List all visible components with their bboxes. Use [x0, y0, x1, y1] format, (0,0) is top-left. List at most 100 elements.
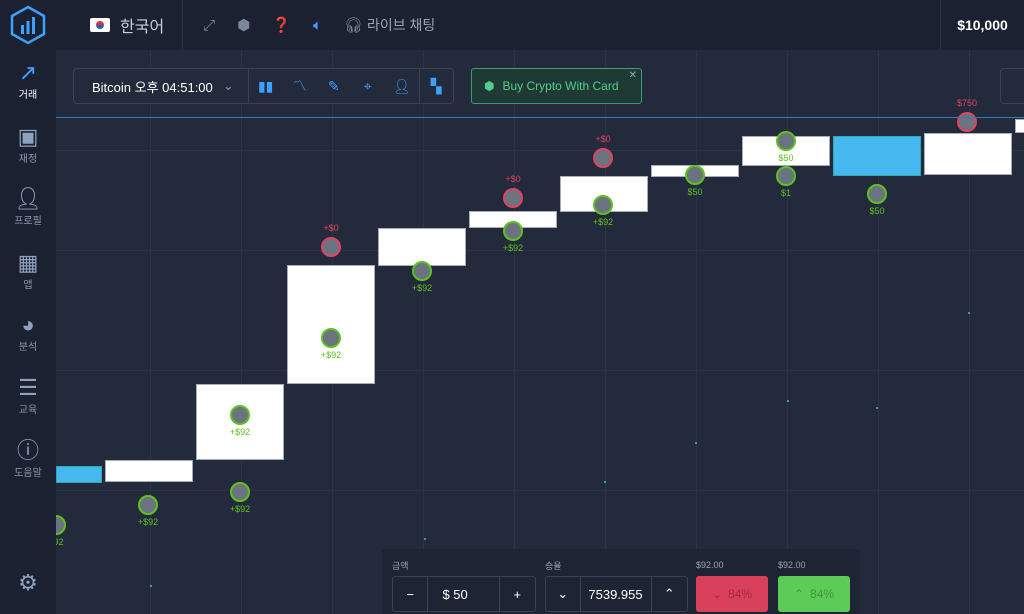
- sidebar-item-help[interactable]: ⓘ 도움말: [0, 438, 56, 479]
- grid-line: [56, 250, 1024, 251]
- chart-dot: [968, 312, 970, 314]
- grid-line: [423, 50, 424, 614]
- sidebar-item-trade[interactable]: ↗ 거래: [0, 60, 56, 101]
- rate-input[interactable]: 7539.955: [581, 577, 652, 611]
- fullscreen-icon[interactable]: ⤢: [203, 17, 215, 34]
- candle: [1015, 119, 1024, 133]
- marker-amount-label: +$92: [229, 427, 251, 437]
- sell-down-button[interactable]: ⌄ 84%: [696, 576, 768, 612]
- sidebar-label: 교육: [18, 405, 38, 416]
- price-chart[interactable]: +$92 +$92 +$92 +$92 +$0 +$92 +$92 +$0 +$92 +$0 $50…: [56, 50, 1024, 614]
- grid-line: [514, 50, 515, 614]
- trader-avatar-marker: [503, 221, 523, 241]
- trader-avatar-marker: [593, 195, 613, 215]
- rate-up-button[interactable]: ⌃: [652, 577, 687, 611]
- asset-selector[interactable]: Bitcoin 오후 04:51:00 ⌄: [74, 69, 249, 103]
- sidebar-label: 분석: [18, 342, 38, 353]
- up-percent: 84%: [810, 587, 835, 601]
- sidebar-item-education[interactable]: ☰ 교육: [0, 375, 56, 416]
- sidebar: ↗ 거래 ▣ 재정 👤︎ 프로필 ▦ 앱 ◕ 분석 ☰ 교육 ⓘ 도움말 ⚙: [0, 50, 56, 614]
- candle: [105, 460, 193, 482]
- cash-icon: ▣: [17, 124, 39, 149]
- top-bar: 한국어 ⤢ ⬢ ❓ 🔈︎ 🎧︎ 라이브 채팅 $10,000: [0, 0, 1024, 50]
- trader-avatar-marker: [776, 166, 796, 186]
- trader-avatar-marker: [321, 237, 341, 257]
- marker-amount-label: +$92: [229, 504, 251, 514]
- add-user-icon[interactable]: 👤︎: [385, 69, 419, 103]
- marker-amount-label: $92: [56, 537, 64, 547]
- marker-amount-label: $750: [956, 98, 978, 108]
- trader-avatar-marker: [230, 482, 250, 502]
- hexagon-coin-icon[interactable]: ⬢: [237, 16, 250, 34]
- down-percent: 84%: [728, 587, 753, 601]
- trader-avatar-marker: [138, 495, 158, 515]
- sidebar-label: 도움말: [14, 468, 42, 479]
- marker-amount-label: +$92: [502, 243, 524, 253]
- marker-amount-label: $50: [869, 206, 885, 216]
- grid-line: [696, 50, 697, 614]
- language-selector[interactable]: 한국어: [72, 0, 184, 50]
- marker-amount-label: $1: [780, 188, 792, 198]
- trader-avatar-marker: [685, 165, 705, 185]
- chart-dot: [876, 407, 878, 409]
- marker-amount-label: +$0: [323, 223, 339, 233]
- rate-label: 승율: [545, 561, 562, 571]
- gear-icon: ⚙: [18, 570, 38, 595]
- candle: [924, 133, 1012, 175]
- sidebar-item-analytics[interactable]: ◕ 분석: [0, 312, 56, 353]
- sidebar-item-apps[interactable]: ▦ 앱: [0, 250, 56, 291]
- pencil-icon[interactable]: ✎: [317, 69, 351, 103]
- trend-up-icon: ↗: [18, 60, 38, 85]
- chart-dot: [604, 481, 606, 483]
- amount-label: 금액: [392, 561, 409, 571]
- user-icon: 👤︎: [14, 186, 42, 211]
- down-payout: $92.00: [696, 560, 724, 570]
- sidebar-label: 앱: [23, 280, 33, 291]
- chart-dot: [150, 585, 152, 587]
- buy-up-button[interactable]: ⌃ 84%: [778, 576, 850, 612]
- sidebar-item-finance[interactable]: ▣ 재정: [0, 124, 56, 165]
- marker-amount-label: +$92: [137, 517, 159, 527]
- trader-avatar-marker: [957, 112, 977, 132]
- sidebar-item-profile[interactable]: 👤︎ 프로필: [0, 186, 56, 227]
- layout-icon[interactable]: ▚: [418, 69, 453, 103]
- increase-amount-button[interactable]: +: [500, 577, 535, 611]
- korea-flag-icon: [90, 18, 110, 32]
- marker-amount-label: +$92: [411, 283, 433, 293]
- close-icon[interactable]: ✕: [629, 70, 637, 81]
- trade-panel: 금액 − $ 50 + 승율 ⌄ 7539.955 ⌃ $92.00 $92.0…: [382, 549, 860, 614]
- hexagon-coin-icon: ⬢: [484, 79, 495, 93]
- trader-avatar-marker: [230, 405, 250, 425]
- help-icon[interactable]: ❓: [272, 16, 291, 34]
- language-label: 한국어: [120, 19, 165, 36]
- book-icon: ☰: [18, 375, 38, 400]
- marker-amount-label: +$92: [320, 350, 342, 360]
- grid-line: [150, 50, 151, 614]
- marker-amount-label: +$0: [595, 134, 611, 144]
- sidebar-label: 재정: [18, 154, 38, 165]
- crosshair-icon[interactable]: ⌖: [351, 69, 385, 103]
- settings-button[interactable]: ⚙: [0, 570, 56, 596]
- candle: [833, 136, 921, 176]
- grid-line: [56, 490, 1024, 491]
- balance[interactable]: $10,000: [940, 0, 1024, 50]
- sound-icon[interactable]: 🔈︎: [313, 17, 322, 34]
- chevron-down-icon: ⌄: [222, 78, 234, 93]
- decrease-amount-button[interactable]: −: [393, 577, 429, 611]
- candles-icon[interactable]: ▮▮: [249, 69, 283, 103]
- logo[interactable]: [0, 0, 56, 50]
- headset-icon: 🎧︎: [344, 17, 364, 34]
- buy-crypto-banner[interactable]: ⬢ Buy Crypto With Card ✕: [471, 68, 642, 104]
- refresh-button[interactable]: [1000, 68, 1024, 104]
- sidebar-label: 거래: [18, 90, 38, 101]
- candle: [56, 466, 102, 483]
- marker-amount-label: +$0: [505, 174, 521, 184]
- chevron-down-icon: ⌄: [711, 587, 723, 601]
- indicator-icon[interactable]: 〽: [283, 69, 317, 103]
- live-chat-button[interactable]: 🎧︎ 라이브 채팅: [344, 15, 435, 35]
- amount-input[interactable]: $ 50: [428, 577, 500, 611]
- marker-amount-label: +$92: [592, 217, 614, 227]
- chart-toolbar: Bitcoin 오후 04:51:00 ⌄ ▮▮ 〽 ✎ ⌖ 👤︎ ▚: [73, 68, 454, 104]
- rate-down-button[interactable]: ⌄: [546, 577, 581, 611]
- trader-avatar-marker: [867, 184, 887, 204]
